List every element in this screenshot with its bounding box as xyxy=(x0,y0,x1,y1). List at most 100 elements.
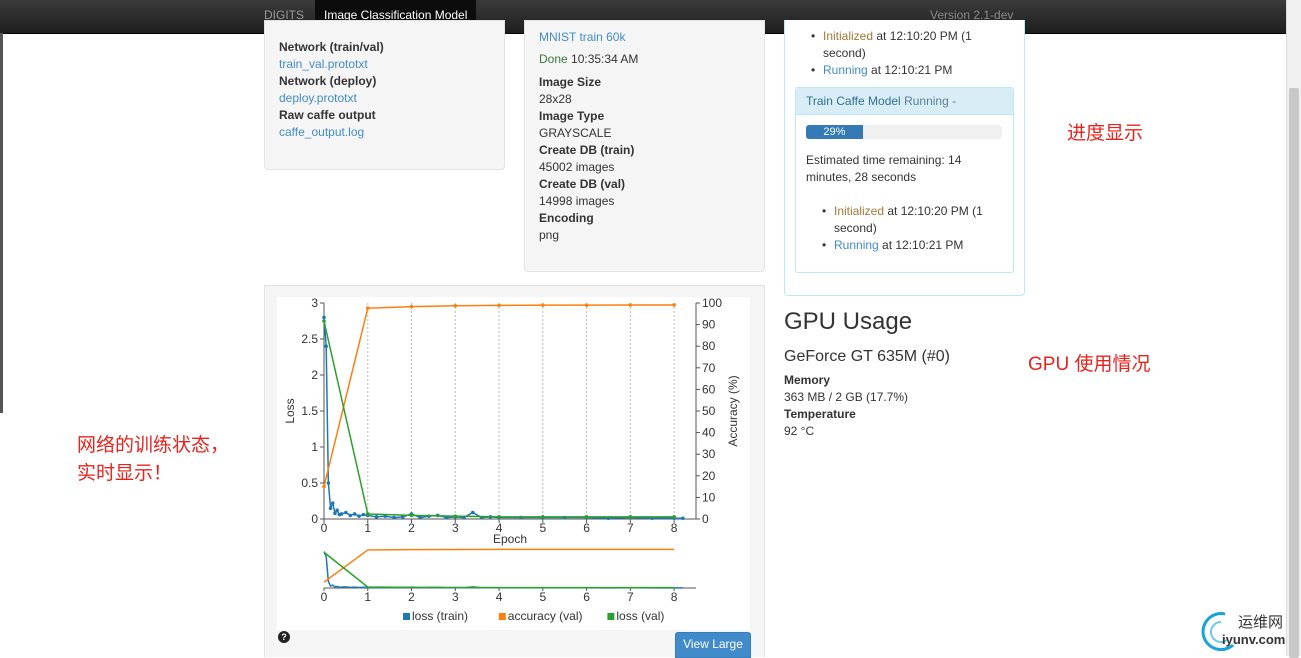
deploy-prototxt-link[interactable]: deploy.prototxt xyxy=(279,91,357,105)
data-point-loss_val xyxy=(453,514,458,518)
overview-x-tick-label: 8 xyxy=(671,590,678,604)
scrollbar-thumb[interactable] xyxy=(1289,88,1299,658)
data-point-accuracy_val xyxy=(541,303,545,307)
running-time: at 12:10:21 PM xyxy=(867,63,953,77)
x-axis-label: Epoch xyxy=(493,532,527,546)
overview-line-accuracy_val xyxy=(323,548,675,583)
overview-line-loss_val xyxy=(323,551,675,589)
initialized-duration: second) xyxy=(823,46,866,60)
timeline-running: Running at 12:10:21 PM xyxy=(811,62,1011,79)
data-point-loss_val xyxy=(672,515,676,519)
data-point-loss_train xyxy=(330,501,335,505)
data-point-loss_train xyxy=(374,515,379,519)
data-point-loss_train xyxy=(361,512,366,517)
task-status: Running xyxy=(904,94,949,108)
data-point-loss_train xyxy=(324,344,328,348)
image-type-label: Image Type xyxy=(539,109,605,123)
data-point-loss_train xyxy=(344,510,348,515)
task-timeline-running: Running at 12:10:21 PM xyxy=(822,237,1007,254)
annotation-training-2: 实时显示！ xyxy=(77,463,173,484)
y-axis-label: Loss xyxy=(283,398,297,423)
y2-tick-label: 20 xyxy=(702,469,716,483)
y-tick-label: 2.5 xyxy=(301,332,318,346)
dataset-link[interactable]: MNIST train 60k xyxy=(539,30,625,44)
y-tick-label: 0 xyxy=(311,512,318,526)
y-tick-label: 3 xyxy=(311,297,318,310)
data-point-accuracy_val xyxy=(365,306,370,310)
data-point-accuracy_val xyxy=(497,303,501,308)
train-task-panel: Train Caffe Model Running - 29% Estimate… xyxy=(795,87,1014,273)
x-tick-label: 6 xyxy=(583,521,590,535)
timeline-initialized: Initialized at 12:10:20 PM (1 second) xyxy=(811,28,1011,62)
network-deploy-label: Network (deploy) xyxy=(279,74,377,88)
y2-axis-label: Accuracy (%) xyxy=(726,375,740,446)
done-time: 10:35:34 AM xyxy=(571,52,639,66)
data-point-accuracy_val xyxy=(322,484,326,489)
data-point-loss_val xyxy=(628,515,633,519)
training-chart-svg[interactable]: 0 1 2 3 4 5 6 7 800.511.522.53010203040506070809… xyxy=(277,296,750,630)
task-timeline-initialized: Initialized at 12:10:20 PM (1 second) xyxy=(822,203,1007,237)
data-point-loss_val xyxy=(497,515,501,519)
overview-x-tick-label: 6 xyxy=(583,590,590,604)
x-tick-label: 3 xyxy=(452,521,459,535)
raw-output-label: Raw caffe output xyxy=(279,108,376,122)
data-point-loss_train xyxy=(392,515,396,520)
legend-label-loss_val: loss (val) xyxy=(616,609,664,623)
y2-tick-label: 70 xyxy=(702,361,716,375)
data-point-loss_train xyxy=(328,506,333,510)
data-point-accuracy_val xyxy=(453,304,458,308)
overview-x-tick-label: 0 xyxy=(321,590,328,604)
progress-bar-fill: 29% xyxy=(806,125,863,139)
watermark-text: 运维网 xyxy=(1238,614,1284,631)
task-running-label: Running xyxy=(834,238,879,252)
create-db-val-label: Create DB (val) xyxy=(539,177,626,191)
series-line-loss_train xyxy=(323,317,683,520)
data-point-loss_train xyxy=(333,511,337,516)
data-point-loss_train xyxy=(357,514,361,518)
y-tick-label: 2 xyxy=(311,368,318,382)
training-progress: 29% xyxy=(806,125,1002,139)
caffe-output-log-link[interactable]: caffe_output.log xyxy=(279,125,364,139)
gpu-name: GeForce GT 635M (#0) xyxy=(784,348,950,365)
y2-tick-label: 30 xyxy=(702,447,716,461)
data-point-loss_train xyxy=(348,513,353,518)
data-point-loss_train xyxy=(681,516,685,521)
data-point-accuracy_val xyxy=(584,303,589,307)
gpu-temperature-value: 92 °C xyxy=(784,424,815,438)
x-tick-label: 0 xyxy=(321,521,328,535)
legend-swatch-loss_train xyxy=(403,613,410,620)
data-point-loss_train xyxy=(322,315,326,320)
create-db-train-value: 45002 images xyxy=(539,160,615,174)
y2-tick-label: 40 xyxy=(702,426,716,440)
task-running-time: at 12:10:21 PM xyxy=(878,238,964,252)
data-point-accuracy_val xyxy=(672,303,676,307)
data-point-loss_train xyxy=(471,510,475,515)
overview-x-tick-label: 1 xyxy=(364,590,371,604)
y2-tick-label: 0 xyxy=(702,512,709,526)
watermark-url: iyunv.com xyxy=(1222,632,1286,647)
gpu-memory-value: 363 MB / 2 GB (17.7%) xyxy=(784,390,909,404)
data-point-loss_train xyxy=(326,481,331,485)
y2-tick-label: 60 xyxy=(702,382,716,396)
train-task-header[interactable]: Train Caffe Model Running - xyxy=(796,88,1013,115)
help-icon[interactable]: ? xyxy=(278,631,290,643)
y2-tick-label: 80 xyxy=(702,339,716,353)
data-point-accuracy_val xyxy=(409,304,414,309)
legend-label-loss_train: loss (train) xyxy=(412,609,468,623)
train-val-prototxt-link[interactable]: train_val.prototxt xyxy=(279,57,368,71)
page-scrollbar[interactable] xyxy=(1286,0,1301,658)
data-point-loss_train xyxy=(352,512,357,516)
task-timeline: Initialized at 12:10:20 PM (1 second) Run… xyxy=(822,203,1007,254)
dataset-status: Done 10:35:34 AM xyxy=(539,52,638,66)
gpu-memory-label: Memory xyxy=(784,373,831,387)
x-tick-label: 5 xyxy=(539,521,546,535)
collapse-toggle[interactable]: - xyxy=(952,94,956,108)
done-label: Done xyxy=(539,52,568,66)
legend-swatch-accuracy_val xyxy=(498,613,506,620)
data-point-loss_train xyxy=(339,512,344,516)
initialized-label: Initialized xyxy=(823,29,874,43)
view-large-button[interactable]: View Large xyxy=(675,632,751,658)
job-timeline: Initialized at 12:10:20 PM (1 second) Run… xyxy=(811,28,1011,79)
x-tick-label: 1 xyxy=(364,521,371,535)
network-train-label: Network (train/val) xyxy=(279,40,384,54)
